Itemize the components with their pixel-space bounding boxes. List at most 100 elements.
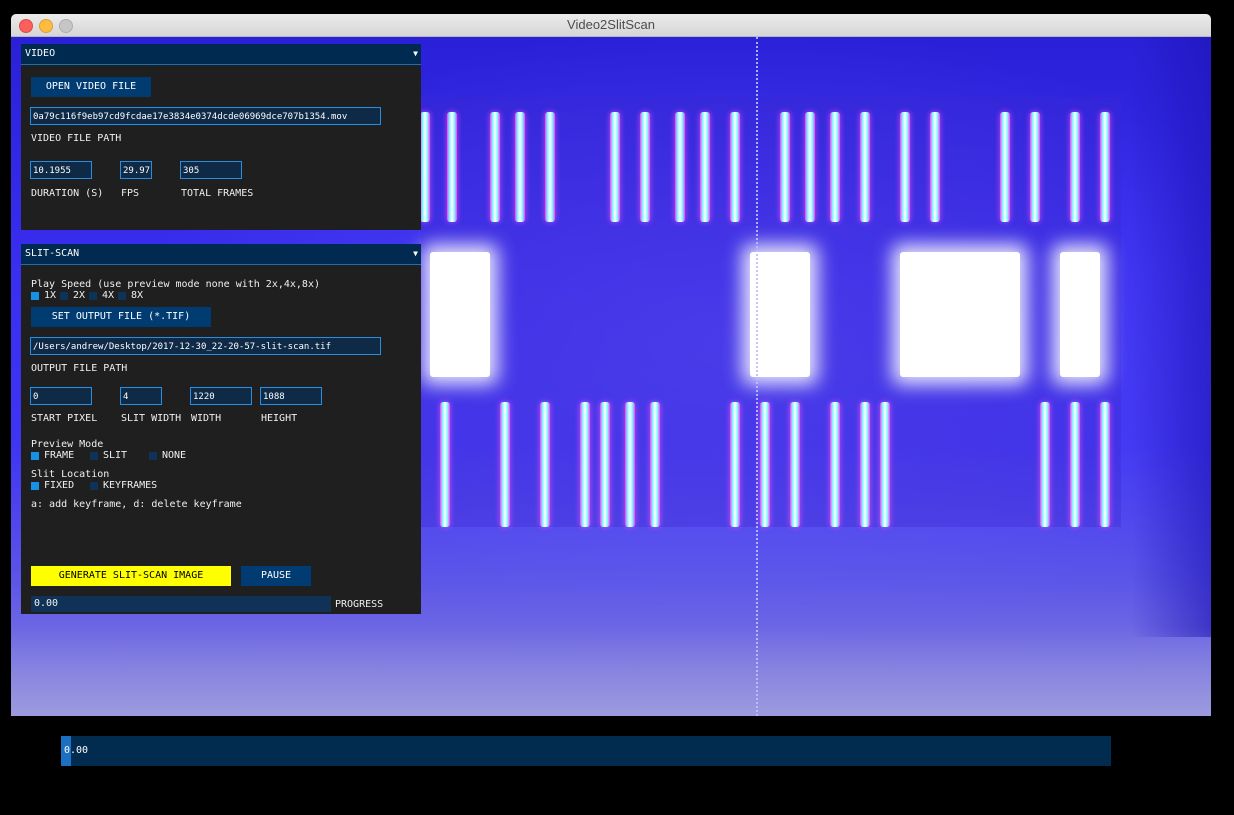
light-tube xyxy=(760,402,770,527)
pause-button[interactable]: PAUSE xyxy=(241,566,311,586)
play-speed-2x-checkbox[interactable] xyxy=(60,292,68,300)
slit-width-label: SLIT WIDTH xyxy=(121,413,182,424)
light-tube xyxy=(650,402,660,527)
light-tube xyxy=(1100,112,1110,222)
slitscan-panel-title: SLIT-SCAN xyxy=(25,248,80,259)
light-tube xyxy=(610,112,620,222)
progress-bar: 0.00 xyxy=(31,596,331,612)
play-speed-2x-label: 2X xyxy=(73,290,86,301)
light-tube xyxy=(600,402,610,527)
width-field[interactable]: 1220 xyxy=(190,387,252,405)
keyframe-hint: a: add keyframe, d: delete keyframe xyxy=(31,499,242,510)
light-tube xyxy=(780,112,790,222)
light-tube xyxy=(1070,402,1080,527)
generate-slit-scan-button[interactable]: GENERATE SLIT-SCAN IMAGE xyxy=(31,566,231,586)
light-tube xyxy=(805,112,815,222)
preview-mode-frame-checkbox[interactable] xyxy=(31,452,39,460)
output-file-path-label: OUTPUT FILE PATH xyxy=(31,363,128,374)
fps-label: FPS xyxy=(121,188,140,199)
light-tube xyxy=(490,112,500,222)
light-tube xyxy=(930,112,940,222)
slit-location-keyframes-label: KEYFRAMES xyxy=(103,480,158,491)
light-tube xyxy=(540,402,550,527)
slit-location-keyframes-checkbox[interactable] xyxy=(90,482,98,490)
output-file-path-field[interactable]: /Users/andrew/Desktop/2017-12-30_22-20-5… xyxy=(30,337,381,355)
light-tube xyxy=(730,402,740,527)
total-frames-field[interactable]: 305 xyxy=(180,161,242,179)
light-tube xyxy=(447,112,457,222)
light-tube xyxy=(1040,402,1050,527)
preview-mode-label: Preview Mode xyxy=(31,439,104,450)
slit-position-line[interactable] xyxy=(756,37,758,716)
slitscan-panel-header[interactable]: SLIT-SCAN ▼ xyxy=(21,244,421,265)
play-speed-8x-checkbox[interactable] xyxy=(118,292,126,300)
progress-value: 0.00 xyxy=(34,598,59,609)
progress-label: PROGRESS xyxy=(335,599,384,610)
light-tube xyxy=(675,112,685,222)
light-tube xyxy=(730,112,740,222)
height-field[interactable]: 1088 xyxy=(260,387,322,405)
light-tube xyxy=(1000,112,1010,222)
play-speed-1x-label: 1X xyxy=(44,290,57,301)
fps-field[interactable]: 29.97 xyxy=(120,161,152,179)
collapse-arrow-icon[interactable]: ▼ xyxy=(413,244,418,264)
slit-location-fixed-label: FIXED xyxy=(44,480,75,491)
light-tube xyxy=(830,112,840,222)
preview-mode-frame-label: FRAME xyxy=(44,450,75,461)
bright-panel-glow xyxy=(1060,252,1100,377)
light-tube xyxy=(500,402,510,527)
set-output-file-button[interactable]: SET OUTPUT FILE (*.TIF) xyxy=(31,307,211,327)
play-speed-1x-checkbox[interactable] xyxy=(31,292,39,300)
start-pixel-label: START PIXEL xyxy=(31,413,98,424)
light-tube xyxy=(1100,402,1110,527)
minimize-window-button[interactable] xyxy=(39,19,53,33)
window-title: Video2SlitScan xyxy=(567,17,655,32)
collapse-arrow-icon[interactable]: ▼ xyxy=(413,44,418,64)
preview-mode-slit-label: SLIT xyxy=(103,450,128,461)
light-panel-row-top xyxy=(421,97,1121,237)
bright-panel-glow xyxy=(430,252,490,377)
video-panel-title: VIDEO xyxy=(25,48,56,59)
play-speed-4x-label: 4X xyxy=(102,290,115,301)
open-video-file-button[interactable]: OPEN VIDEO FILE xyxy=(31,77,151,97)
video-panel-header[interactable]: VIDEO ▼ xyxy=(21,44,421,65)
slit-location-fixed-checkbox[interactable] xyxy=(31,482,39,490)
preview-floor xyxy=(11,627,1211,716)
video-file-path-field[interactable]: 0a79c116f9eb97cd9fcdae17e3834e0374dcde06… xyxy=(30,107,381,125)
light-tube xyxy=(900,112,910,222)
bright-panel-glow xyxy=(900,252,1020,377)
play-speed-8x-label: 8X xyxy=(131,290,144,301)
light-tube xyxy=(625,402,635,527)
bright-panel-glow xyxy=(750,252,810,377)
light-tube xyxy=(830,402,840,527)
light-tube xyxy=(515,112,525,222)
play-speed-label: Play Speed (use preview mode none with 2… xyxy=(31,279,320,290)
timeline-value: 0.00 xyxy=(64,745,89,756)
close-window-button[interactable] xyxy=(19,19,33,33)
light-tube xyxy=(880,402,890,527)
light-tube xyxy=(1070,112,1080,222)
timeline-scrubber[interactable]: 0.00 xyxy=(61,736,1111,766)
title-bar: Video2SlitScan xyxy=(11,14,1211,37)
light-tube xyxy=(790,402,800,527)
light-tube xyxy=(580,402,590,527)
light-tube xyxy=(420,112,430,222)
light-tube xyxy=(640,112,650,222)
duration-field[interactable]: 10.1955 xyxy=(30,161,92,179)
slit-width-field[interactable]: 4 xyxy=(120,387,162,405)
light-tube xyxy=(860,112,870,222)
width-label: WIDTH xyxy=(191,413,222,424)
light-panel-row-bottom xyxy=(421,387,1121,527)
slitscan-panel: SLIT-SCAN ▼ Play Speed (use preview mode… xyxy=(21,244,421,614)
play-speed-4x-checkbox[interactable] xyxy=(89,292,97,300)
video-file-path-label: VIDEO FILE PATH xyxy=(31,133,122,144)
total-frames-label: TOTAL FRAMES xyxy=(181,188,254,199)
preview-mode-none-checkbox[interactable] xyxy=(149,452,157,460)
light-tube xyxy=(700,112,710,222)
start-pixel-field[interactable]: 0 xyxy=(30,387,92,405)
video-panel: VIDEO ▼ OPEN VIDEO FILE 0a79c116f9eb97cd… xyxy=(21,44,421,230)
preview-mode-slit-checkbox[interactable] xyxy=(90,452,98,460)
light-tube xyxy=(860,402,870,527)
maximize-window-button[interactable] xyxy=(59,19,73,33)
preview-wall-shading xyxy=(1131,37,1211,637)
